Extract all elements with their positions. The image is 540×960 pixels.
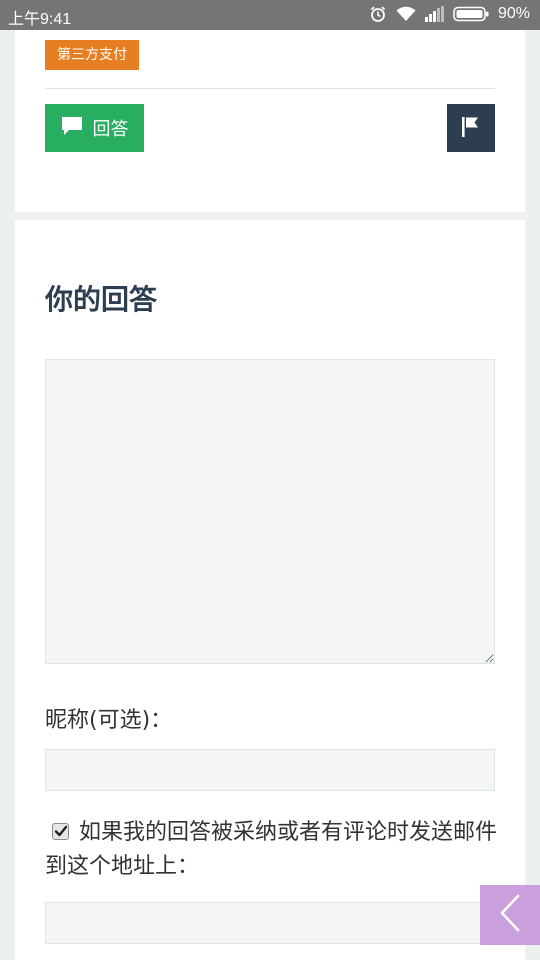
divider (45, 88, 495, 89)
email-input[interactable] (45, 902, 495, 944)
answer-form-title: 你的回答 (45, 283, 158, 316)
question-card: 第三方支付 回答 (15, 30, 525, 212)
status-bar: 上午9:41 90% (0, 0, 540, 30)
battery-percent: 90% (497, 5, 530, 22)
wifi-icon (396, 6, 416, 22)
nickname-input[interactable] (45, 749, 495, 791)
status-icons: 90% (369, 5, 530, 23)
nickname-label: 昵称(可选)： (45, 708, 173, 733)
notify-option: 如果我的回答被采纳或者有评论时发送邮件到这个地址上： (45, 816, 501, 884)
answer-button[interactable]: 回答 (45, 104, 144, 152)
notify-label: 如果我的回答被采纳或者有评论时发送邮件到这个地址上： (45, 820, 498, 879)
question-tag[interactable]: 第三方支付 (45, 40, 139, 70)
notify-checkbox[interactable] (52, 823, 69, 840)
alarm-icon (369, 5, 387, 23)
chevron-left-icon (498, 894, 522, 936)
flag-icon (461, 116, 481, 141)
signal-icon (424, 6, 444, 22)
status-time: 上午9:41 (8, 11, 72, 28)
comment-icon (61, 116, 83, 141)
back-button[interactable] (480, 885, 540, 945)
answer-button-label: 回答 (92, 119, 129, 140)
answer-textarea[interactable] (45, 359, 495, 664)
report-button[interactable] (447, 104, 495, 152)
checkmark-icon (54, 825, 68, 837)
answer-form-card: 你的回答 昵称(可选)： 如果我的回答被采纳或者有评论时发送邮件到这个地址上： (15, 220, 525, 960)
battery-icon (453, 6, 489, 22)
